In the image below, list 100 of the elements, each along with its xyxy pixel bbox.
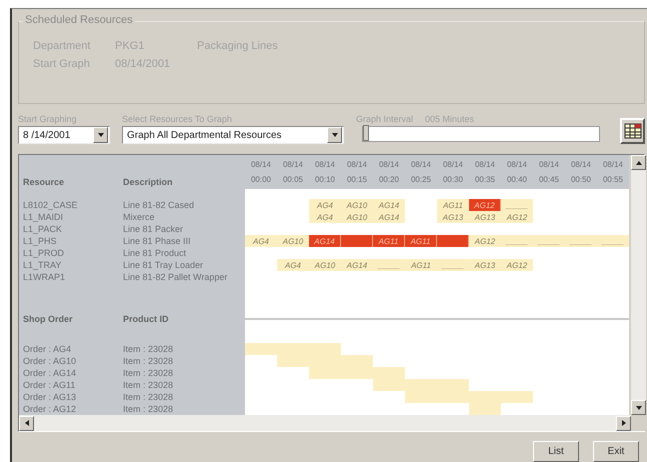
date-header: 08/14	[314, 160, 336, 169]
time-header: 00:00	[250, 175, 272, 184]
conflict-block: AG11	[405, 235, 437, 247]
table-cell-text: Line 81-82 Pallet Wrapper	[123, 272, 228, 282]
booking-block: AG10	[341, 211, 373, 223]
booking-block: AG4	[309, 211, 341, 223]
booking-block: AG13	[469, 211, 501, 223]
horizontal-scrollbar[interactable]	[19, 415, 631, 431]
scroll-left-button[interactable]	[19, 416, 34, 430]
time-header: 00:45	[538, 175, 560, 184]
time-header: 00:40	[506, 175, 528, 184]
group-title: Scheduled Resources	[23, 14, 135, 26]
interval-slider[interactable]	[362, 126, 600, 142]
booking-block: _____	[501, 235, 533, 247]
table-cell-text: Item : 23028	[123, 356, 174, 366]
time-header: 00:55	[602, 175, 624, 184]
time-header: 00:50	[570, 175, 592, 184]
booking-block: AG4	[245, 235, 277, 247]
column-header: Resource	[23, 177, 66, 187]
booking-block: AG11	[405, 259, 437, 271]
time-header: 00:30	[442, 175, 464, 184]
booking-block: AG13	[437, 211, 469, 223]
resources-dropdown[interactable]: Graph All Departmental Resources	[122, 126, 344, 144]
table-cell-text: Mixerce	[123, 212, 156, 222]
left-arrow-icon	[22, 419, 30, 427]
action-button[interactable]: Exit	[593, 441, 639, 462]
booking-block: AG14	[373, 211, 405, 223]
table-cell-text: Line 81 Product	[123, 248, 188, 258]
booking-block: _____	[501, 199, 533, 211]
booking-block: _____	[437, 259, 469, 271]
booking-block: AG14	[373, 199, 405, 211]
booking-block: AG4	[309, 199, 341, 211]
table-cell-text: Order : AG10	[23, 356, 78, 366]
up-arrow-icon	[634, 158, 642, 166]
date-header: 08/14	[282, 160, 304, 169]
table-cell-text: L1_PACK	[23, 224, 63, 234]
booking-block: AG13	[469, 259, 501, 271]
scroll-right-button[interactable]	[616, 416, 631, 430]
table-cell-text: L1_TRAY	[23, 260, 62, 270]
booking-block: AG10	[341, 199, 373, 211]
date-header: 08/14	[442, 160, 464, 169]
table-cell-text: Line 81 Packer	[123, 224, 184, 234]
vertical-scrollbar[interactable]	[631, 155, 646, 415]
booking-block: _____	[533, 235, 565, 247]
time-header: 00:35	[474, 175, 496, 184]
chart-button[interactable]	[620, 118, 645, 144]
table-cell-text: Order : AG13	[23, 392, 78, 402]
booking-block: AG10	[277, 235, 309, 247]
booking-block: AG4	[277, 259, 309, 271]
table-cell-text: L1_MAIDI	[23, 212, 64, 222]
table-cell-text: Order : AG4	[23, 344, 72, 354]
action-button[interactable]: List	[533, 441, 579, 462]
time-header: 00:15	[346, 175, 368, 184]
scroll-down-button[interactable]	[631, 400, 646, 415]
table-cell-text: Line 81 Tray Loader	[123, 260, 204, 270]
table-cell-text: L1_PHS	[23, 236, 58, 246]
grid-icon	[624, 123, 642, 139]
down-arrow-icon	[96, 131, 104, 139]
conflict-block: AG12	[469, 199, 501, 211]
date-header: 08/14	[570, 160, 592, 169]
table-cell-text: Order : AG11	[23, 380, 76, 390]
date-header: 08/14	[250, 160, 272, 169]
table-cell-text: L1_PROD	[23, 248, 66, 258]
date-header: 08/14	[506, 160, 528, 169]
column-header: Shop Order	[23, 314, 74, 324]
right-arrow-icon	[620, 419, 628, 427]
conflict-block: AG14	[309, 235, 341, 247]
column-header: Description	[123, 177, 174, 187]
date-header: 08/14	[346, 160, 368, 169]
table-cell-text: Item : 23028	[123, 404, 174, 414]
scroll-up-button[interactable]	[631, 155, 646, 170]
booking-block: AG12	[469, 235, 501, 247]
slider-thumb[interactable]	[363, 125, 369, 141]
table-cell-text: Item : 23028	[123, 392, 174, 402]
date-header: 08/14	[538, 160, 560, 169]
table-cell-text: Item : 23028	[123, 380, 174, 390]
booking-block: AG11	[437, 199, 469, 211]
table-cell-text: Item : 23028	[123, 368, 174, 378]
table-cell-text: Order : AG12	[23, 404, 78, 414]
table-cell-text: L8102_CASE	[23, 200, 79, 210]
date-header: 08/14	[474, 160, 496, 169]
time-header: 00:10	[314, 175, 336, 184]
date-dropdown[interactable]: 8 /14/2001	[18, 126, 110, 144]
down-arrow-icon	[330, 131, 338, 139]
table-cell-text: Line 81-82 Cased	[123, 200, 196, 210]
time-header: 00:25	[410, 175, 432, 184]
time-header: 00:05	[282, 175, 304, 184]
booking-block: _____	[373, 259, 405, 271]
table-cell-text: Order : AG14	[23, 368, 78, 378]
column-header: Product ID	[123, 314, 170, 324]
down-arrow-icon	[634, 404, 642, 412]
table-cell-text: L1WRAP1	[23, 272, 66, 282]
booking-block: _____	[565, 235, 597, 247]
booking-block: AG12	[501, 259, 533, 271]
time-header: 00:20	[378, 175, 400, 184]
table-cell-text: Item : 23028	[123, 344, 174, 354]
date-header: 08/14	[602, 160, 624, 169]
booking-block: _____	[597, 235, 629, 247]
date-header: 08/14	[378, 160, 400, 169]
table-cell-text: Line 81 Phase III	[123, 236, 192, 246]
